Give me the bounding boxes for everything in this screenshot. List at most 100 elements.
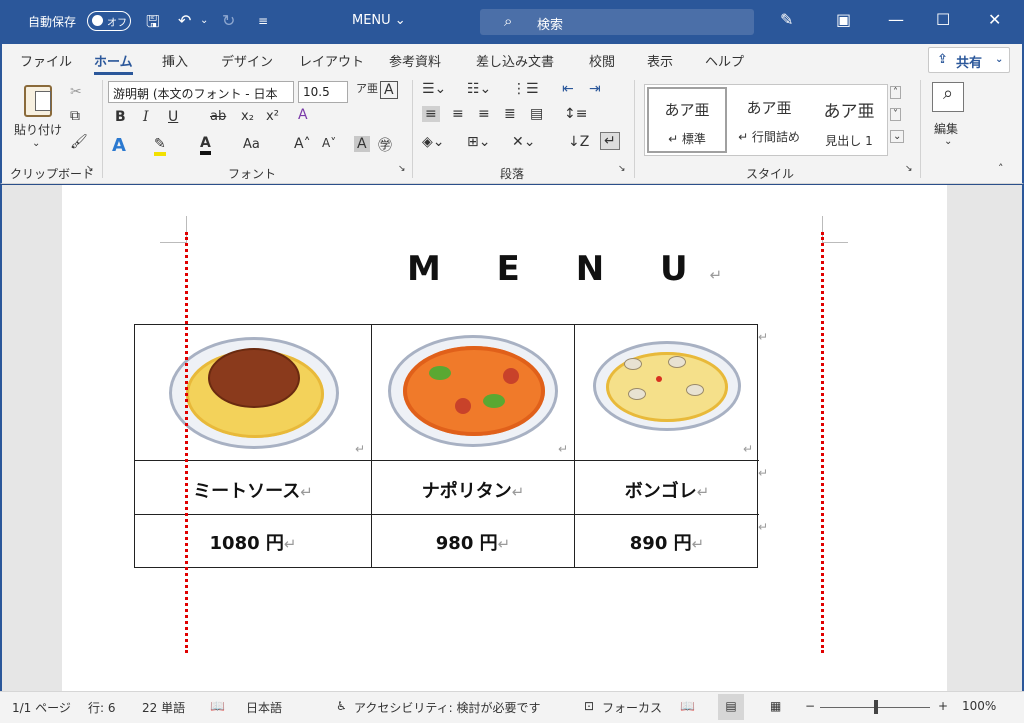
font-launcher-icon[interactable]: ↘ xyxy=(398,164,406,174)
menu-table[interactable]: ↵ ↵ ↵ ミートソース↵ ナポリタン↵ ボンゴレ↵ 1080 円↵ 980 円… xyxy=(134,324,759,568)
align-center-icon[interactable]: ≡ xyxy=(452,106,464,122)
collapse-ribbon-icon[interactable]: ˄ xyxy=(998,162,1004,175)
asian-layout-icon[interactable]: ✕⌄ xyxy=(512,134,535,150)
redo-icon[interactable]: ↻ xyxy=(222,11,235,30)
paragraph-launcher-icon[interactable]: ↘ xyxy=(618,164,626,174)
focus-mode[interactable]: フォーカス xyxy=(602,699,662,716)
grow-font-icon[interactable]: A˄ xyxy=(294,136,311,152)
paste-icon[interactable] xyxy=(24,85,52,117)
style-card-heading1[interactable]: あア亜 見出し 1 xyxy=(809,87,889,153)
clipboard-launcher-icon[interactable]: ↘ xyxy=(86,164,94,174)
styles-launcher-icon[interactable]: ↘ xyxy=(905,164,913,174)
show-formatting-marks-icon[interactable]: ↵ xyxy=(600,132,620,150)
language[interactable]: 日本語 xyxy=(246,699,282,716)
save-icon[interactable]: 🖫 xyxy=(146,11,160,38)
web-layout-icon[interactable]: ▦ xyxy=(770,699,781,713)
undo-dropdown-icon[interactable]: ⌄ xyxy=(200,15,208,26)
table-cell-price[interactable]: 1080 円↵ xyxy=(135,515,372,567)
document-page[interactable]: M E N U↵ ↵ ↵ ↵ ミートソース↵ ナポリタン↵ ボンゴレ↵ 1080… xyxy=(62,185,947,691)
char-shading-icon[interactable]: A xyxy=(354,136,370,152)
zoom-level[interactable]: 100% xyxy=(962,699,996,713)
print-layout-icon[interactable]: ▤ xyxy=(718,694,744,720)
editing-dropdown-icon[interactable]: ⌄ xyxy=(944,136,952,147)
clear-formatting-icon[interactable]: A xyxy=(298,107,308,123)
table-cell-price[interactable]: 890 円↵ xyxy=(575,515,759,567)
format-painter-icon[interactable]: 🖌 xyxy=(70,134,88,150)
accessibility-status[interactable]: アクセシビリティ: 検討が必要です xyxy=(354,699,541,716)
table-cell-name[interactable]: ボンゴレ↵ xyxy=(575,461,759,515)
decrease-indent-icon[interactable]: ⇤ xyxy=(562,81,574,97)
table-cell-image[interactable]: ↵ xyxy=(135,325,372,461)
editing-label[interactable]: 編集 xyxy=(934,120,958,137)
word-count[interactable]: 22 単語 xyxy=(142,699,185,716)
tab-home[interactable]: ホーム xyxy=(94,51,133,75)
close-icon[interactable]: ✕ xyxy=(988,10,1001,29)
cut-icon[interactable]: ✂ xyxy=(70,84,82,100)
sort-icon[interactable]: ↓Z xyxy=(568,134,589,150)
table-cell-image[interactable]: ↵ xyxy=(575,325,759,461)
minimize-icon[interactable]: — xyxy=(888,10,904,29)
shrink-font-icon[interactable]: A˅ xyxy=(322,136,336,150)
zoom-out-icon[interactable]: − xyxy=(805,699,815,713)
ribbon-display-icon[interactable]: ▣ xyxy=(836,10,851,29)
numbering-icon[interactable]: ☷⌄ xyxy=(467,81,491,97)
undo-icon[interactable]: ↶ xyxy=(178,11,191,30)
table-cell-name[interactable]: ナポリタン↵ xyxy=(372,461,575,515)
line-spacing-icon[interactable]: ↕≡ xyxy=(564,106,587,122)
bold-icon[interactable]: B xyxy=(115,109,126,125)
find-icon[interactable]: ⌕ xyxy=(932,82,964,112)
superscript-icon[interactable]: x² xyxy=(266,109,279,124)
designer-icon[interactable]: ✎ xyxy=(780,10,793,29)
table-cell-image[interactable]: ↵ xyxy=(372,325,575,461)
phonetic-guide-icon[interactable]: ア亜 xyxy=(356,80,378,96)
search-box[interactable]: ⌕ 検索 xyxy=(480,9,754,35)
tab-view[interactable]: 表示 xyxy=(647,51,673,70)
font-name-combo[interactable]: 游明朝 (本文のフォント - 日本 xyxy=(108,81,294,103)
tab-file[interactable]: ファイル xyxy=(20,51,72,70)
multilevel-list-icon[interactable]: ⋮☰ xyxy=(512,81,539,97)
proofing-icon[interactable]: 📖 xyxy=(210,699,225,713)
bullets-icon[interactable]: ☰⌄ xyxy=(422,81,446,97)
table-cell-name[interactable]: ミートソース↵ xyxy=(135,461,372,515)
shading-icon[interactable]: ◈⌄ xyxy=(422,134,445,150)
tab-insert[interactable]: 挿入 xyxy=(162,51,188,70)
font-color-icon[interactable]: A xyxy=(200,135,211,155)
autosave-toggle[interactable]: オフ xyxy=(87,11,131,31)
tab-help[interactable]: ヘルプ xyxy=(705,51,744,70)
document-title[interactable]: MENU ⌄ xyxy=(352,13,406,28)
align-left-icon[interactable]: ≡ xyxy=(422,106,440,122)
line-number[interactable]: 行: 6 xyxy=(88,699,116,716)
style-scroll-up-icon[interactable]: ˄ xyxy=(890,86,901,99)
tab-references[interactable]: 参考資料 xyxy=(389,51,441,70)
style-scroll-down-icon[interactable]: ˅ xyxy=(890,108,901,121)
tab-mailings[interactable]: 差し込み文書 xyxy=(476,51,554,70)
text-effects-icon[interactable]: A xyxy=(112,135,126,156)
tab-review[interactable]: 校閲 xyxy=(589,51,615,70)
style-gallery-more-icon[interactable]: ⌄ xyxy=(890,130,905,143)
change-case-icon[interactable]: Aa xyxy=(243,137,260,152)
paste-dropdown-icon[interactable]: ⌄ xyxy=(32,138,40,149)
read-mode-icon[interactable]: 📖 xyxy=(680,699,695,713)
maximize-icon[interactable]: ☐ xyxy=(936,10,950,29)
char-border-icon[interactable]: A xyxy=(380,81,398,99)
strikethrough-icon[interactable]: ab xyxy=(210,109,226,124)
distribute-icon[interactable]: ▤ xyxy=(530,106,543,122)
paste-button-label[interactable]: 貼り付け xyxy=(14,121,62,138)
style-card-no-spacing[interactable]: あア亜 ↵ 行間詰め xyxy=(729,87,809,153)
highlight-icon[interactable]: ✎ xyxy=(154,136,166,156)
italic-icon[interactable]: I xyxy=(143,109,149,125)
page-count[interactable]: 1/1 ページ xyxy=(12,699,71,716)
style-card-standard[interactable]: あア亜 ↵ 標準 xyxy=(647,87,727,153)
increase-indent-icon[interactable]: ⇥ xyxy=(589,81,601,97)
borders-icon[interactable]: ⊞⌄ xyxy=(467,134,490,150)
customize-toolbar-icon[interactable]: ≡ xyxy=(258,14,268,28)
subscript-icon[interactable]: x₂ xyxy=(241,109,254,124)
align-right-icon[interactable]: ≡ xyxy=(478,106,490,122)
copy-icon[interactable]: ⧉ xyxy=(70,108,80,124)
enclose-char-icon[interactable]: ㊫ xyxy=(378,135,392,155)
justify-icon[interactable]: ≣ xyxy=(504,106,516,122)
share-button[interactable]: ⇪ 共有 ⌄ xyxy=(928,47,1010,73)
zoom-slider-thumb[interactable] xyxy=(874,700,878,714)
font-size-combo[interactable]: 10.5 xyxy=(298,81,348,103)
tab-design[interactable]: デザイン xyxy=(221,51,273,70)
